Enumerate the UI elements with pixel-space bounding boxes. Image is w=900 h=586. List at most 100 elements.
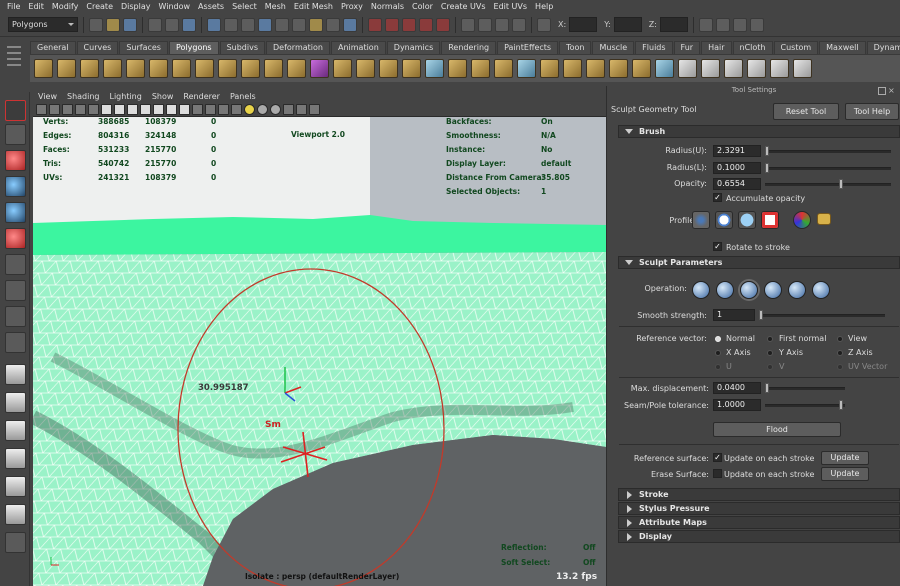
erase-surface-checkbox[interactable] — [713, 469, 722, 478]
shelf-tab-maxwell[interactable]: Maxwell — [819, 41, 866, 54]
ref-uv-vector-radio[interactable] — [837, 364, 843, 370]
select-tool-icon[interactable] — [5, 100, 26, 121]
poly-cube-icon[interactable] — [57, 59, 76, 78]
z-field[interactable] — [659, 17, 688, 32]
uv-cylindrical-icon[interactable] — [701, 59, 720, 78]
snap-live-icon[interactable] — [436, 17, 450, 32]
last-tool-icon[interactable] — [5, 332, 26, 353]
menu-modify[interactable]: Modify — [48, 0, 83, 13]
universal-manipulator-icon[interactable] — [5, 254, 26, 275]
slider-thumb[interactable] — [765, 146, 769, 156]
shelf-tab-ncloth[interactable]: nCloth — [732, 41, 773, 54]
reference-surface-checkbox[interactable]: ✓ — [713, 453, 722, 462]
poly-sphere-icon[interactable] — [34, 59, 53, 78]
wireframe-icon[interactable] — [192, 103, 203, 115]
poly-bevel-icon[interactable] — [540, 59, 559, 78]
shelf-tab-subdivs[interactable]: Subdivs — [219, 41, 266, 54]
poly-duplicate-icon[interactable] — [632, 59, 651, 78]
slider-thumb[interactable] — [839, 400, 843, 410]
operation-erase-icon[interactable] — [812, 281, 830, 299]
poly-bridge-icon[interactable] — [471, 59, 490, 78]
poly-append-icon[interactable] — [494, 59, 513, 78]
sculpt-parameters-header[interactable]: Sculpt Parameters — [618, 256, 900, 269]
shelf-tab-fur[interactable]: Fur — [673, 41, 701, 54]
operation-pinch-icon[interactable] — [788, 281, 806, 299]
smooth-strength-slider[interactable] — [759, 310, 885, 320]
reference-surface-update-button[interactable]: Update — [821, 451, 869, 465]
new-scene-icon[interactable] — [89, 17, 103, 32]
select-hierarchy-icon[interactable] — [148, 17, 162, 32]
poly-subdivide-icon[interactable] — [609, 59, 628, 78]
stylus-pressure-section-header[interactable]: Stylus Pressure — [618, 502, 900, 515]
radius-l-field[interactable]: 0.1000 — [713, 162, 761, 174]
ref-y-axis-radio[interactable] — [767, 350, 773, 356]
ambient-occlusion-icon[interactable] — [270, 103, 281, 115]
poly-torus-icon[interactable] — [149, 59, 168, 78]
slider-thumb[interactable] — [759, 310, 763, 320]
menu-proxy[interactable]: Proxy — [337, 0, 367, 13]
viewport-menu-lighting[interactable]: Lighting — [104, 92, 146, 101]
snap-grid-icon[interactable] — [368, 17, 382, 32]
viewport-menu-view[interactable]: View — [33, 92, 62, 101]
tool-help-button[interactable]: Tool Help — [845, 103, 899, 120]
poly-mirror-icon[interactable] — [425, 59, 444, 78]
poly-plane-icon[interactable] — [126, 59, 145, 78]
persp-graph-layout-icon[interactable] — [5, 448, 26, 469]
folder-icon[interactable] — [817, 213, 831, 225]
shelf-tab-deformation[interactable]: Deformation — [266, 41, 330, 54]
opacity-field[interactable]: 0.6554 — [713, 178, 761, 190]
four-view-layout-icon[interactable] — [5, 392, 26, 413]
rotate-to-stroke-checkbox[interactable]: ✓ — [713, 242, 722, 251]
viewport-menu-shading[interactable]: Shading — [62, 92, 105, 101]
bookmark-icon[interactable] — [62, 103, 73, 115]
poly-platonic-icon[interactable] — [287, 59, 306, 78]
safe-title-icon[interactable] — [179, 103, 190, 115]
film-gate-icon[interactable] — [114, 103, 125, 115]
use-all-lights-icon[interactable] — [244, 103, 255, 115]
camera-attributes-icon[interactable] — [49, 103, 60, 115]
sidebar-toggle-icon[interactable] — [698, 17, 713, 32]
image-plane-icon[interactable] — [75, 103, 86, 115]
surface-mask-icon[interactable] — [275, 17, 289, 32]
smooth-strength-field[interactable]: 1 — [713, 309, 755, 321]
profile-square-icon[interactable] — [761, 211, 779, 229]
field-chart-icon[interactable] — [153, 103, 164, 115]
shadows-icon[interactable] — [257, 103, 268, 115]
render-frame-icon[interactable] — [478, 17, 492, 32]
poly-poke-icon[interactable] — [586, 59, 605, 78]
tool-settings-icon[interactable] — [732, 17, 747, 32]
shelf-tab-animation[interactable]: Animation — [330, 41, 386, 54]
menu-assets[interactable]: Assets — [194, 0, 228, 13]
shelf-tab-fluids[interactable]: Fluids — [635, 41, 673, 54]
shelf-tab-curves[interactable]: Curves — [76, 41, 119, 54]
shelf-tab-custom[interactable]: Custom — [773, 41, 819, 54]
channel-box-icon[interactable] — [749, 17, 764, 32]
operation-relax-icon[interactable] — [764, 281, 782, 299]
grid-icon[interactable] — [101, 103, 112, 115]
persp-hypershade-layout-icon[interactable] — [5, 476, 26, 497]
uv-automatic-icon[interactable] — [747, 59, 766, 78]
accumulate-opacity-checkbox[interactable]: ✓ — [713, 193, 722, 202]
menu-color[interactable]: Color — [408, 0, 437, 13]
paint-select-tool-icon[interactable] — [5, 150, 26, 171]
handle-mask-icon[interactable] — [224, 17, 238, 32]
poly-extrude-icon[interactable] — [448, 59, 467, 78]
resolution-gate-icon[interactable] — [127, 103, 138, 115]
float-panel-icon[interactable] — [878, 87, 886, 95]
custom-layout-icon[interactable] — [5, 504, 26, 525]
profile-solid-icon[interactable] — [738, 211, 756, 229]
erase-surface-update-button[interactable]: Update — [821, 467, 869, 481]
deform-mask-icon[interactable] — [292, 17, 306, 32]
gate-mask-icon[interactable] — [140, 103, 151, 115]
poly-reduce-icon[interactable] — [402, 59, 421, 78]
profile-image-icon[interactable] — [793, 211, 811, 229]
rotate-tool-icon[interactable] — [5, 202, 26, 223]
stroke-section-header[interactable]: Stroke — [618, 488, 900, 501]
poly-wedge-icon[interactable] — [563, 59, 582, 78]
attribute-maps-section-header[interactable]: Attribute Maps — [618, 516, 900, 529]
seam-pole-field[interactable]: 1.0000 — [713, 399, 761, 411]
show-manipulator-icon[interactable] — [5, 306, 26, 327]
shelf-tab-painteffects[interactable]: PaintEffects — [497, 41, 559, 54]
operation-pull-icon[interactable] — [716, 281, 734, 299]
display-section-header[interactable]: Display — [618, 530, 900, 543]
